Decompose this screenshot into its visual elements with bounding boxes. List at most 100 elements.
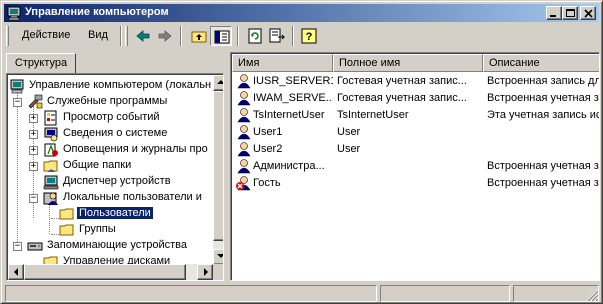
forward-button[interactable]: [154, 26, 176, 46]
help-button[interactable]: ?: [298, 26, 320, 46]
cell-name: TsInternetUser: [253, 109, 325, 121]
tree-label: Общие папки: [63, 159, 132, 171]
pane-splitter[interactable]: [226, 51, 229, 283]
table-row[interactable]: Администра... Встроенная учетная з: [233, 158, 599, 175]
cell-description: Эта учетная запись ис: [487, 109, 599, 121]
maximize-button[interactable]: [562, 6, 578, 20]
refresh-button[interactable]: [244, 26, 266, 46]
toolbar-grip[interactable]: [125, 26, 128, 46]
resize-grip-icon[interactable]: [586, 289, 599, 302]
tree-pane: Управление компьютером (локальн − Служеб…: [6, 73, 224, 281]
table-row[interactable]: TsInternetUser TsInternetUser Эта учетная …: [233, 107, 599, 124]
status-cell: [380, 285, 510, 302]
scroll-down-button[interactable]: [213, 249, 223, 265]
cell-description: Встроенная учетная з: [487, 92, 599, 104]
computer-icon: [10, 79, 24, 94]
minimize-button[interactable]: [546, 6, 562, 20]
tree-label: Просмотр событий: [63, 111, 160, 123]
toolbar-separator: [120, 26, 122, 46]
toolbar-separator: [180, 26, 182, 46]
toolbar-separator: [292, 26, 294, 46]
scroll-thumb[interactable]: [24, 264, 186, 280]
tree-label: Диспетчер устройств: [63, 175, 171, 187]
scrollbar-corner: [213, 264, 223, 280]
user-icon: [237, 74, 251, 89]
table-row[interactable]: User2 User: [233, 141, 599, 158]
scroll-left-button[interactable]: [8, 264, 24, 280]
tree-label: Группы: [79, 223, 116, 235]
up-level-button[interactable]: [188, 26, 210, 46]
title-bar[interactable]: Управление компьютером: [4, 4, 599, 22]
collapse-icon[interactable]: −: [13, 98, 22, 107]
expand-icon[interactable]: +: [29, 130, 38, 139]
refresh-icon: [248, 28, 262, 44]
users-list-pane: Имя Полное имя Описание IUSR_SERVER1 Гост…: [230, 52, 600, 281]
toolbar-grip[interactable]: [6, 26, 9, 46]
tree-label: Запоминающие устройства: [47, 239, 188, 251]
show-tree-icon: [214, 30, 230, 44]
collapse-icon[interactable]: −: [13, 242, 22, 251]
arrow-left-icon: [14, 268, 18, 276]
status-bar: [4, 284, 599, 302]
cell-full-name: Гостевая учетная запис...: [337, 75, 467, 87]
expand-icon[interactable]: +: [29, 146, 38, 155]
user-icon: [237, 125, 251, 140]
export-button[interactable]: [266, 26, 288, 46]
user-icon: [237, 108, 251, 123]
user-icon: [237, 159, 251, 174]
folder-icon: [59, 224, 74, 236]
user-icon: [237, 91, 251, 106]
cell-description: Встроенная запись дл: [487, 75, 599, 87]
users-groups-icon: [43, 192, 58, 205]
tree-horizontal-scrollbar[interactable]: [8, 264, 213, 280]
arrow-down-icon: [217, 254, 223, 258]
export-icon: [269, 28, 285, 43]
menu-view[interactable]: Вид: [88, 29, 108, 41]
tree-label: Управление компьютером (локальн: [29, 79, 212, 91]
table-row[interactable]: IWAM_SERVE... Гостевая учетная запис... Вс…: [233, 90, 599, 107]
cell-name: IUSR_SERVER1: [253, 75, 333, 87]
alerts-icon: [44, 143, 58, 157]
table-row[interactable]: User1 User: [233, 124, 599, 141]
cell-description: Встроенная учетная з: [487, 160, 599, 172]
cell-description: Встроенная учетная з: [487, 177, 599, 189]
cell-name: IWAM_SERVE...: [253, 92, 333, 104]
scroll-right-button[interactable]: [197, 264, 213, 280]
scroll-up-button[interactable]: [213, 75, 223, 91]
collapse-icon[interactable]: −: [29, 194, 38, 203]
cell-name: User1: [253, 126, 283, 138]
up-level-icon: [191, 31, 207, 43]
tree-label: Оповещения и журналы про: [63, 143, 208, 155]
cell-full-name: User: [337, 126, 361, 138]
computer-icon: [7, 6, 21, 21]
help-icon: ?: [301, 28, 317, 44]
show-tree-button[interactable]: [210, 26, 232, 46]
expand-icon[interactable]: +: [29, 114, 38, 123]
column-header-full-name[interactable]: Полное имя: [333, 54, 483, 72]
column-header-description[interactable]: Описание: [483, 54, 599, 72]
cell-full-name: Гостевая учетная запис...: [337, 92, 467, 104]
close-icon: [584, 9, 593, 18]
close-button[interactable]: [580, 6, 596, 20]
tree-connector: [49, 202, 50, 234]
svg-text:?: ?: [306, 31, 313, 43]
window-title: Управление компьютером: [25, 6, 169, 18]
tree-label: Локальные пользователи и: [63, 191, 202, 203]
expand-icon[interactable]: +: [29, 162, 38, 171]
table-row[interactable]: Гость Встроенная учетная з: [233, 175, 599, 192]
menu-action[interactable]: Действие: [22, 29, 70, 41]
cell-name: User2: [253, 143, 283, 155]
left-pane-tabs: Структура: [4, 51, 226, 73]
back-button[interactable]: [132, 26, 154, 46]
tab-structure[interactable]: Структура: [6, 53, 76, 73]
cell-full-name: TsInternetUser: [337, 109, 409, 121]
arrow-up-icon: [217, 80, 223, 84]
tree-vertical-scrollbar[interactable]: [213, 75, 223, 265]
system-info-icon: [44, 127, 58, 142]
cell-name: Администра...: [253, 160, 325, 172]
event-viewer-icon: [44, 110, 57, 126]
scroll-thumb[interactable]: [213, 91, 223, 241]
table-row[interactable]: IUSR_SERVER1 Гостевая учетная запис... Вст…: [233, 73, 599, 90]
column-header-name[interactable]: Имя: [232, 54, 333, 72]
back-icon: [136, 30, 150, 42]
